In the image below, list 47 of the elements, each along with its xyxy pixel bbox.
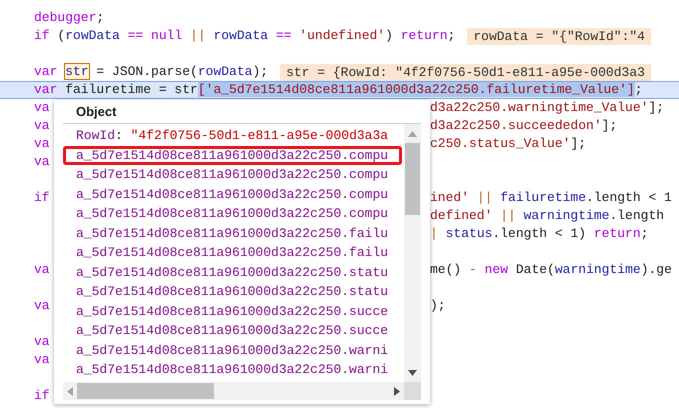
code-line: va [34,117,50,135]
scroll-left-icon[interactable] [67,386,73,396]
property-item[interactable]: RowId: "4f2f0756-50d1-e811-a95e-000d3a3a [63,126,402,146]
code-line: if [34,387,50,405]
scrollbar-thumb[interactable] [77,383,214,399]
code-line: | status.length < 1) return; [430,225,648,243]
code-line: ined' || failuretime.length < 1 [430,189,672,207]
code-line: if [34,189,50,207]
property-item[interactable]: a_5d7e1514d08ce811a961000d3a22c250.failu [63,243,402,262]
property-item[interactable]: a_5d7e1514d08ce811a961000d3a22c250.compu [63,146,402,165]
property-item[interactable]: a_5d7e1514d08ce811a961000d3a22c250.compu [63,204,402,224]
inline-value-hint: str = {RowId: "4f2f0756-50d1-e811-a95e-000d3a3 [280,64,651,80]
scroll-up-icon[interactable] [408,131,417,137]
code-line: d3a22c250.warningtime_Value']; [430,99,664,117]
code-line: var failuretime = str['a_5d7e1514d08ce811a961000d3a22c250.failuretime_Value']; [34,81,643,99]
property-item[interactable]: a_5d7e1514d08ce811a961000d3a22c250.failu [63,224,402,243]
code-line: me() - new Date(warningtime).ge [430,261,672,279]
property-item[interactable]: a_5d7e1514d08ce811a961000d3a22c250.warni [63,360,402,380]
vertical-scrollbar[interactable] [404,124,421,382]
popup-title: Object [76,103,116,121]
horizontal-scrollbar[interactable] [63,382,404,400]
scroll-right-icon[interactable] [394,386,400,396]
code-line: defined' || warningtime.length [430,207,664,225]
code-line: if (rowData == null || rowData == 'undefined') return; [34,27,456,45]
code-line: va [34,351,50,369]
code-line: var str = JSON.parse(rowData); [34,63,268,81]
scroll-down-icon[interactable] [408,370,417,376]
property-item[interactable]: a_5d7e1514d08ce811a961000d3a22c250.succe [63,302,402,321]
scrollbar-thumb[interactable] [405,143,420,215]
code-line: va [34,135,50,153]
inline-value-hint: rowData = "{"RowId":"4 [467,28,651,44]
code-line: c250.status_Value']; [430,135,586,153]
code-line: va [34,297,50,315]
code-line: d3a22c250.succeededon']; [430,117,618,135]
property-item[interactable]: a_5d7e1514d08ce811a961000d3a22c250.statu [63,262,402,282]
code-line: va [34,261,50,279]
code-line: ); [430,297,446,315]
code-line: debugger; [34,9,104,27]
scrollbar-corner [404,382,421,400]
property-item[interactable]: a_5d7e1514d08ce811a961000d3a22c250.compu [63,165,402,184]
code-line: va [34,153,50,171]
property-item[interactable]: a_5d7e1514d08ce811a961000d3a22c250.statu [63,282,402,302]
code-line: va [34,333,50,351]
property-item[interactable]: a_5d7e1514d08ce811a961000d3a22c250.compu [63,184,402,204]
property-item[interactable]: a_5d7e1514d08ce811a961000d3a22c250.succe [63,321,402,340]
code-line: va [34,99,50,117]
property-item[interactable]: a_5d7e1514d08ce811a961000d3a22c250.warni [63,340,402,360]
